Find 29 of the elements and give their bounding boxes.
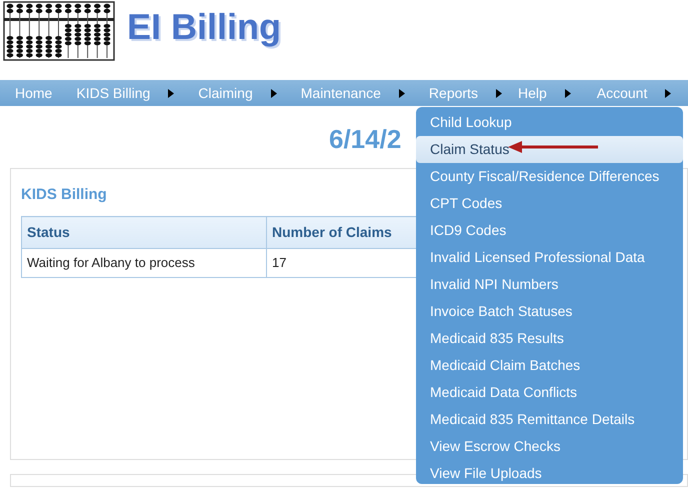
menu-item[interactable]: View File Uploads — [416, 460, 683, 487]
nav-item[interactable]: Help — [518, 80, 547, 106]
app-title: EI Billing — [127, 5, 282, 49]
menu-item[interactable]: View Escrow Checks — [416, 433, 683, 460]
menu-item[interactable]: Medicaid Data Conflicts — [416, 379, 683, 406]
submenu-arrow-icon — [564, 88, 571, 98]
menu-item[interactable]: County Fiscal/Residence Differences — [416, 163, 683, 190]
menu-item[interactable]: Invoice Batch Statuses — [416, 298, 683, 325]
column-header: Status — [22, 216, 266, 248]
card-title: KIDS Billing — [21, 186, 107, 203]
menu-item[interactable]: CPT Codes — [416, 190, 683, 217]
nav-item[interactable]: Claiming — [198, 80, 253, 106]
submenu-arrow-icon — [665, 88, 672, 98]
submenu-arrow-icon — [168, 88, 174, 98]
menu-item[interactable]: Medicaid 835 Results — [416, 325, 683, 352]
menu-item[interactable]: Child Lookup — [416, 109, 683, 136]
submenu-arrow-icon — [496, 88, 502, 98]
page-heading: 6/14/2 — [329, 123, 402, 156]
nav-item[interactable]: Reports — [428, 80, 478, 106]
menu-item[interactable]: Medicaid 835 Remittance Details — [416, 406, 683, 433]
nav-item[interactable]: Maintenance — [300, 80, 381, 106]
submenu-arrow-icon — [398, 88, 405, 98]
table-cell: Waiting for Albany to process — [22, 248, 266, 278]
nav-item[interactable]: KIDS Billing — [76, 80, 150, 106]
menu-item[interactable]: Medicaid Claim Batches — [416, 352, 683, 379]
submenu-arrow-icon — [270, 88, 277, 98]
menu-item[interactable]: Claim Status — [416, 136, 683, 163]
nav-item[interactable]: Home — [15, 80, 52, 106]
nav-item[interactable]: Account — [596, 80, 648, 106]
